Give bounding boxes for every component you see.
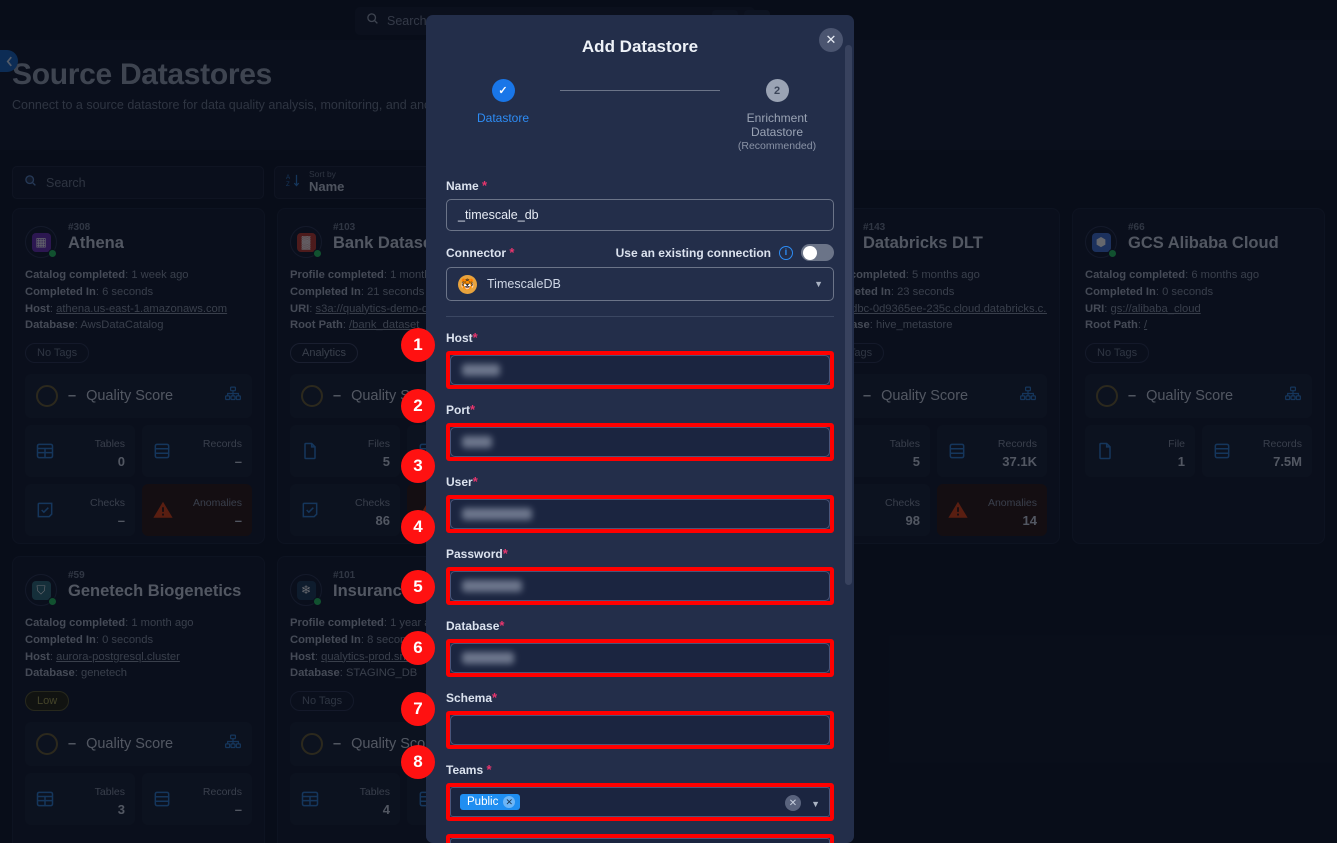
database-highlight-box — [446, 639, 834, 677]
port-highlight-box — [446, 423, 834, 461]
schema-highlight-box — [446, 711, 834, 749]
user-highlight-box — [446, 495, 834, 533]
teams-select[interactable]: Public ✕ ✕ ▼ — [450, 787, 830, 817]
annotation-marker-1: 1 — [401, 328, 435, 362]
initiate-cataloging-option[interactable]: Initiate Cataloging Automatically start … — [450, 838, 830, 843]
redacted-value — [462, 364, 500, 376]
database-label-text: Database — [446, 619, 500, 633]
port-label: Port* — [446, 402, 834, 417]
user-label: User* — [446, 474, 834, 489]
annotation-marker-8: 8 — [401, 745, 435, 779]
user-input[interactable] — [450, 499, 830, 529]
required-marker: * — [499, 618, 505, 633]
modal-title: Add Datastore — [581, 37, 699, 56]
step-datastore-badge: ✓ — [491, 79, 515, 102]
user-label-text: User — [446, 475, 473, 489]
wizard-stepper: ✓ Datastore 2 Enrichment Datastore (Reco… — [446, 79, 834, 152]
name-label-text: Name — [446, 179, 479, 193]
required-marker: * — [472, 330, 478, 345]
host-label: Host* — [446, 330, 834, 345]
connection-fields: Host* Port* User* Password* Database* Schema* — [446, 330, 834, 749]
annotation-marker-6: 6 — [401, 631, 435, 665]
password-label: Password* — [446, 546, 834, 561]
connector-label: Connector * — [446, 245, 514, 260]
field-group-port: Port* — [446, 402, 834, 461]
required-marker: * — [486, 762, 492, 777]
field-group-database: Database* — [446, 618, 834, 677]
annotation-marker-4: 4 — [401, 510, 435, 544]
connector-selected-value: TimescaleDB — [487, 277, 561, 291]
modal-scrollbar[interactable] — [845, 45, 852, 585]
modal-scroll-area: Add Datastore ✓ Datastore 2 Enrichment D… — [426, 15, 854, 843]
required-marker: * — [472, 474, 478, 489]
schema-label: Schema* — [446, 690, 834, 705]
redacted-value — [462, 508, 532, 520]
database-label: Database* — [446, 618, 834, 633]
step-datastore-label: Datastore — [476, 111, 530, 125]
field-group-host: Host* — [446, 330, 834, 389]
schema-input[interactable] — [450, 715, 830, 745]
teams-field-group: Teams * Public ✕ ✕ ▼ — [446, 762, 834, 821]
required-marker: * — [502, 546, 508, 561]
annotation-marker-7: 7 — [401, 692, 435, 726]
host-highlight-box — [446, 351, 834, 389]
password-label-text: Password — [446, 547, 503, 561]
chevron-down-icon[interactable]: ▼ — [811, 799, 820, 809]
name-label: Name * — [446, 178, 834, 193]
cataloging-group: Initiate Cataloging Automatically start … — [446, 834, 834, 843]
redacted-value — [462, 652, 514, 664]
database-input[interactable] — [450, 643, 830, 673]
password-input[interactable] — [450, 571, 830, 601]
toggle-knob — [802, 245, 817, 260]
form-divider — [446, 316, 834, 317]
schema-label-text: Schema — [446, 691, 493, 705]
step-datastore[interactable]: ✓ Datastore — [446, 79, 560, 125]
close-icon[interactable]: ✕ — [819, 28, 843, 52]
info-icon[interactable]: i — [779, 245, 793, 260]
step-enrichment-badge: 2 — [765, 79, 789, 102]
step-enrichment-datastore[interactable]: 2 Enrichment Datastore (Recommended) — [720, 79, 834, 152]
close-icon[interactable]: ✕ — [503, 796, 516, 808]
team-chip-label: Public — [467, 796, 499, 808]
teams-highlight-box: Public ✕ ✕ ▼ — [446, 783, 834, 821]
teams-label-text: Teams — [446, 763, 484, 777]
name-input[interactable]: _timescale_db — [446, 199, 834, 231]
use-existing-connection-label: Use an existing connection — [615, 245, 771, 260]
redacted-value — [462, 580, 522, 592]
cataloging-highlight-box: Initiate Cataloging Automatically start … — [446, 834, 834, 843]
connector-field-group: Connector * Use an existing connection i… — [446, 244, 834, 301]
port-input[interactable] — [450, 427, 830, 457]
annotation-marker-5: 5 — [401, 570, 435, 604]
annotation-marker-2: 2 — [401, 389, 435, 423]
connector-select[interactable]: 🐯 TimescaleDB ▼ — [446, 267, 834, 301]
timescaledb-icon: 🐯 — [458, 274, 477, 294]
password-highlight-box — [446, 567, 834, 605]
use-existing-connection-toggle[interactable] — [801, 244, 834, 261]
connector-label-text: Connector — [446, 246, 506, 260]
annotation-marker-3: 3 — [401, 449, 435, 483]
teams-label: Teams * — [446, 762, 834, 777]
required-marker: * — [482, 178, 488, 193]
required-marker: * — [470, 402, 476, 417]
name-input-value: _timescale_db — [458, 208, 539, 222]
required-marker: * — [509, 245, 515, 260]
stepper-connector-line — [560, 90, 720, 91]
host-input[interactable] — [450, 355, 830, 385]
add-datastore-modal: ✕ Add Datastore ✓ Datastore 2 Enrichment… — [426, 15, 854, 843]
redacted-value — [462, 436, 492, 448]
field-group-user: User* — [446, 474, 834, 533]
team-chip-public[interactable]: Public ✕ — [460, 794, 521, 810]
step-enrichment-sub: (Recommended) — [737, 140, 817, 152]
step-enrichment-label: Enrichment Datastore — [746, 111, 808, 139]
name-field-group: Name * _timescale_db — [446, 178, 834, 231]
field-group-schema: Schema* — [446, 690, 834, 749]
chevron-down-icon: ▼ — [814, 279, 823, 289]
host-label-text: Host — [446, 331, 473, 345]
clear-icon[interactable]: ✕ — [785, 795, 801, 811]
field-group-password: Password* — [446, 546, 834, 605]
required-marker: * — [492, 690, 498, 705]
port-label-text: Port — [446, 403, 470, 417]
